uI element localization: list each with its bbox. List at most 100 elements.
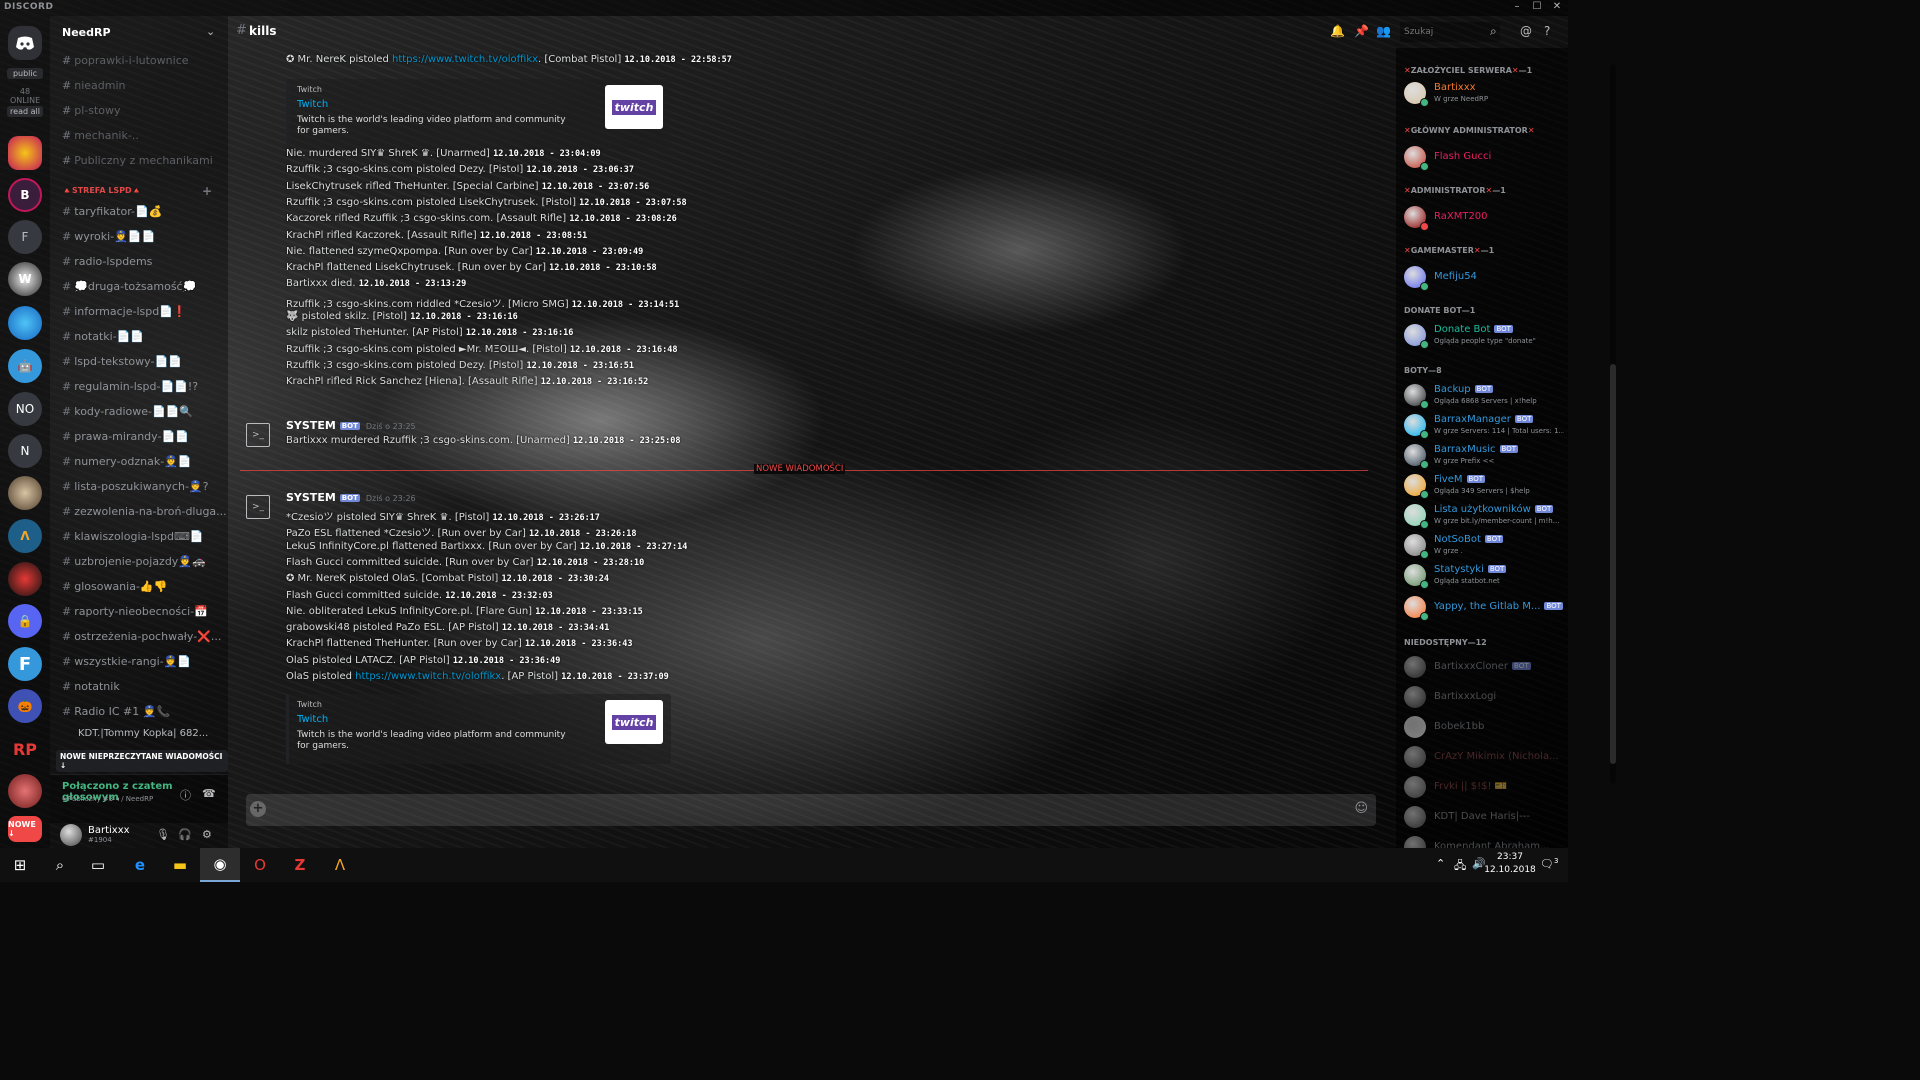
twitch-logo[interactable]: twitch: [605, 85, 663, 129]
avatar[interactable]: [1404, 656, 1426, 678]
channel-item[interactable]: # glosowania-👍👎: [50, 574, 228, 599]
server-f2-icon[interactable]: F: [8, 647, 42, 681]
clock[interactable]: 23:37 12.10.2018: [1482, 851, 1538, 877]
member-item[interactable]: Lista użytkowników BOT W grze bit.ly/membe…: [1404, 502, 1564, 530]
member-item[interactable]: BartixxxLogi: [1404, 684, 1564, 712]
emoji-icon[interactable]: ☺: [1354, 801, 1368, 816]
channel-item[interactable]: # lspd-tekstowy-📄📄: [50, 349, 228, 374]
scrollbar[interactable]: [1610, 64, 1616, 784]
server-a-icon[interactable]: Λ: [8, 519, 42, 553]
twitch-logo[interactable]: twitch: [605, 700, 663, 744]
members-icon[interactable]: 👥: [1376, 24, 1391, 38]
channel-item[interactable]: # numery-odznak-👮📄: [50, 449, 228, 474]
channel-item[interactable]: # zezwolenia-na-broń-dluga...: [50, 499, 228, 524]
channel-item[interactable]: # ostrzeżenia-pochwały-❌...: [50, 624, 228, 649]
channel-item[interactable]: # poprawki-i-lutownice: [50, 48, 228, 73]
server-b-icon[interactable]: B: [8, 178, 42, 212]
member-item[interactable]: RaXMT200: [1404, 204, 1564, 232]
server-pikachu-icon[interactable]: [8, 136, 42, 170]
start-icon[interactable]: ⊞: [0, 848, 40, 882]
avatar[interactable]: [1404, 716, 1426, 738]
server-pumpkin-icon[interactable]: 🎃: [8, 689, 42, 723]
channel-item[interactable]: # wyroki-👮📄📄: [50, 224, 228, 249]
server-w-icon[interactable]: W: [8, 262, 42, 296]
bell-icon[interactable]: 🔔: [1330, 24, 1345, 38]
server-rp-logo[interactable]: RP: [8, 732, 42, 766]
notification-icon[interactable]: 🗨3: [1540, 857, 1558, 871]
terminal-icon[interactable]: >_: [246, 423, 270, 447]
channel-item[interactable]: # prawa-mirandy-📄📄: [50, 424, 228, 449]
message-author[interactable]: SYSTEM BOT Dziś o 23:25: [286, 419, 416, 432]
member-item[interactable]: BarraxManager BOT W grze Servers: 114 | To…: [1404, 412, 1564, 440]
network-icon[interactable]: 🖧: [1454, 857, 1466, 876]
member-item[interactable]: Backup BOT Ogląda 6868 Servers | x!help: [1404, 382, 1564, 410]
server-no-icon[interactable]: NO: [8, 392, 42, 426]
avatar[interactable]: [1404, 686, 1426, 708]
channel-category[interactable]: 🔺STREFA LSPD🔺 +: [50, 179, 228, 199]
headphones-icon[interactable]: 🎧: [178, 828, 192, 841]
member-item[interactable]: Mefiju54: [1404, 264, 1564, 292]
channel-item[interactable]: # taryfikator-📄💰: [50, 199, 228, 224]
member-item[interactable]: Bobek1bb: [1404, 714, 1564, 742]
search-box[interactable]: [1400, 22, 1500, 42]
server-red-icon[interactable]: [8, 774, 42, 808]
guild-header[interactable]: NeedRP ⌄: [50, 16, 228, 48]
discord-taskbar-icon[interactable]: ◉: [200, 848, 240, 882]
info-icon[interactable]: ⓘ: [180, 787, 191, 803]
edge-icon[interactable]: e: [120, 848, 160, 882]
scrollbar-thumb[interactable]: [1610, 364, 1616, 764]
discord-home-icon[interactable]: [8, 26, 42, 60]
channel-item[interactable]: # kody-radiowe-📄📄🔍: [50, 399, 228, 424]
gear-icon[interactable]: ⚙: [202, 828, 212, 841]
member-item[interactable]: Donate Bot BOT Ogląda people type "donate": [1404, 322, 1564, 350]
channel-item[interactable]: # uzbrojenie-pojazdy👮🚓: [50, 549, 228, 574]
filezilla-icon[interactable]: Z: [280, 848, 320, 882]
channel-item[interactable]: # Publiczny z mechanikami: [50, 148, 228, 173]
message-link[interactable]: https://www.twitch.tv/oloffikx: [392, 54, 538, 65]
member-item[interactable]: KDT| Dave Haris|---: [1404, 804, 1564, 832]
add-channel-icon[interactable]: +: [202, 179, 212, 199]
message-composer[interactable]: + ☺: [246, 794, 1376, 826]
avatar[interactable]: [1404, 836, 1426, 848]
server-robot-icon[interactable]: 🤖: [8, 349, 42, 383]
channel-item[interactable]: # notatnik: [50, 674, 228, 699]
channel-item[interactable]: # raporty-nieobecności-📅: [50, 599, 228, 624]
member-item[interactable]: BartixxxCloner BOT: [1404, 654, 1564, 682]
search-input[interactable]: [1400, 22, 1500, 42]
channel-item[interactable]: # pl-stowy: [50, 98, 228, 123]
avatar[interactable]: [1404, 746, 1426, 768]
mention-icon[interactable]: @: [1520, 24, 1532, 38]
read-all-button[interactable]: read all: [7, 106, 43, 117]
channel-item[interactable]: # klawiszologia-lspd⌨📄: [50, 524, 228, 549]
disconnect-icon[interactable]: ☎: [202, 787, 216, 800]
task-view-icon[interactable]: ▭: [78, 848, 118, 882]
public-pill[interactable]: public: [7, 68, 43, 79]
avatar[interactable]: [1404, 776, 1426, 798]
server-avatar-icon[interactable]: [8, 476, 42, 510]
member-item[interactable]: Flash Gucci: [1404, 144, 1564, 172]
embed-title[interactable]: Twitch: [297, 714, 328, 725]
channel-item[interactable]: # Radio IC #1 👮📞: [50, 699, 228, 724]
channel-item[interactable]: # notatki-📄📄: [50, 324, 228, 349]
chevron-down-icon[interactable]: ⌄: [206, 25, 215, 38]
member-item[interactable]: NotSoBot BOT W grze .: [1404, 532, 1564, 560]
member-item[interactable]: Frvki || $!$! 🎫: [1404, 774, 1564, 802]
member-item[interactable]: CrAzY Mikimix (Nichola...: [1404, 744, 1564, 772]
message-author[interactable]: SYSTEM BOT Dziś o 23:26: [286, 491, 416, 504]
member-item[interactable]: Komendant Abraham...: [1404, 834, 1564, 848]
server-bag-icon[interactable]: 🔒: [8, 604, 42, 638]
channel-item[interactable]: # mechanik-..: [50, 123, 228, 148]
channel-item[interactable]: # regulamin-lspd-📄📄!?: [50, 374, 228, 399]
help-icon[interactable]: ?: [1544, 24, 1550, 38]
voice-user[interactable]: KDT.|Tommy Kopka| 682...: [50, 724, 228, 744]
maximize-button[interactable]: ☐: [1530, 1, 1544, 12]
avatar[interactable]: [60, 824, 82, 846]
channel-item[interactable]: # 💭druga-tożsamość💭: [50, 274, 228, 299]
channel-item[interactable]: # radio-lspdems: [50, 249, 228, 274]
unread-messages-banner[interactable]: NOWE NIEPRZECZYTANE WIADOMOŚCI ↓: [56, 750, 228, 772]
server-cwpb-icon[interactable]: [8, 306, 42, 340]
microphone-icon[interactable]: 🎙: [156, 828, 170, 841]
embed-title[interactable]: Twitch: [297, 99, 328, 110]
avatar[interactable]: [1404, 806, 1426, 828]
voice-channel-path[interactable]: ◂ Publiczny #3 ◂ / NeedRP: [62, 795, 153, 803]
